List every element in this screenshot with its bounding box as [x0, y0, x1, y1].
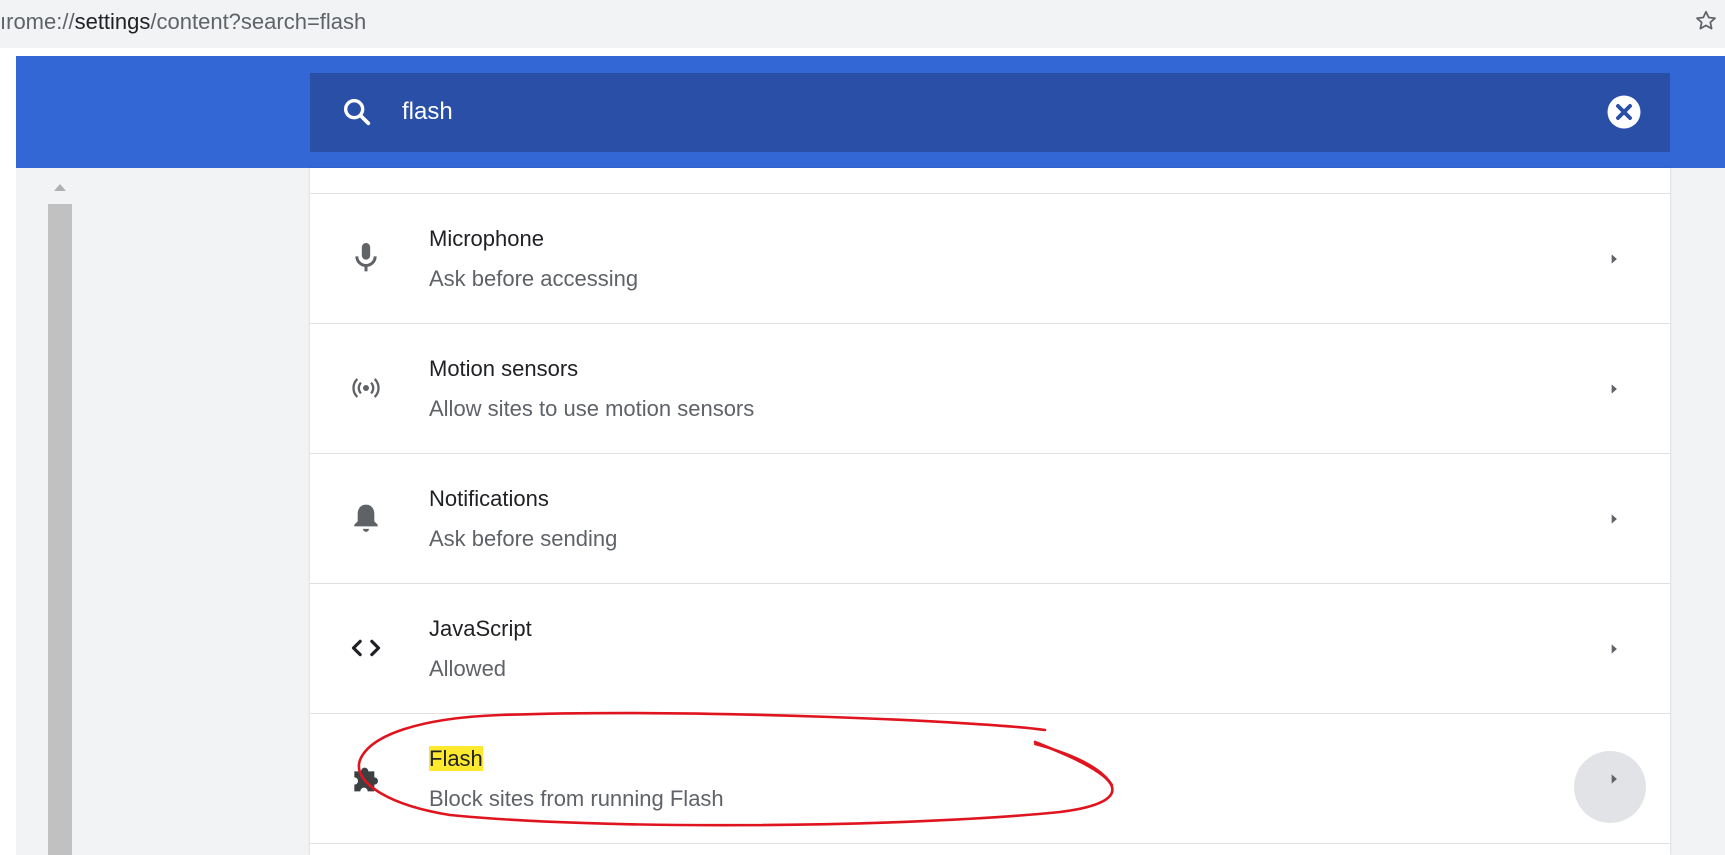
search-match-highlight: Flash: [429, 746, 483, 771]
bell-icon: [354, 504, 378, 532]
chevron-right-icon[interactable]: [1600, 245, 1628, 273]
bookmark-star-icon[interactable]: [1693, 8, 1719, 34]
setting-row-microphone[interactable]: Microphone Ask before accessing: [310, 194, 1670, 324]
setting-row-flash[interactable]: Flash Block sites from running Flash: [310, 714, 1670, 844]
row-title: Notifications: [429, 486, 549, 511]
settings-search-box[interactable]: [310, 73, 1670, 152]
setting-row-javascript[interactable]: JavaScript Allowed: [310, 584, 1670, 714]
puzzle-piece-icon: [354, 767, 379, 792]
microphone-icon: [355, 243, 377, 272]
setting-row-motion-sensors[interactable]: Motion sensors Allow sites to use motion…: [310, 324, 1670, 454]
scroll-up-arrow-icon[interactable]: [54, 184, 66, 191]
chrome-settings-page: ırome://settings/content?search=flash fl…: [0, 0, 1725, 855]
chevron-right-icon[interactable]: [1600, 635, 1628, 663]
search-input[interactable]: [402, 91, 1562, 133]
row-title: Microphone: [429, 226, 544, 251]
row-title: Flash: [429, 746, 483, 772]
page-scrollbar[interactable]: [48, 176, 72, 855]
row-subtitle: Allowed: [429, 656, 507, 681]
row-title: JavaScript: [429, 616, 532, 641]
chevron-right-icon[interactable]: [1600, 375, 1628, 403]
row-subtitle: Ask before accessing: [429, 266, 639, 291]
url-prefix: ırome://: [0, 9, 75, 34]
motion-sensors-icon: [352, 378, 380, 398]
chevron-right-icon[interactable]: [1600, 505, 1628, 533]
row-subtitle: Block sites from running Flash: [429, 786, 724, 811]
url-text[interactable]: ırome://settings/content?search=flash: [0, 9, 366, 35]
content-settings-card: Microphone Ask before accessing Motion s…: [310, 168, 1670, 855]
clear-search-icon[interactable]: [1606, 94, 1642, 130]
setting-row-notifications[interactable]: Notifications Ask before sending: [310, 454, 1670, 584]
code-brackets-icon: [351, 639, 381, 657]
row-title: Motion sensors: [429, 356, 579, 381]
scroll-thumb[interactable]: [48, 204, 72, 855]
chevron-right-icon[interactable]: [1600, 765, 1628, 793]
address-bar[interactable]: ırome://settings/content?search=flash: [0, 0, 1725, 48]
search-icon: [343, 98, 371, 126]
row-subtitle: Ask before sending: [429, 526, 618, 551]
url-host: settings: [74, 9, 151, 34]
url-path: /content?search=flash: [150, 9, 367, 34]
row-subtitle: Allow sites to use motion sensors: [429, 396, 755, 421]
